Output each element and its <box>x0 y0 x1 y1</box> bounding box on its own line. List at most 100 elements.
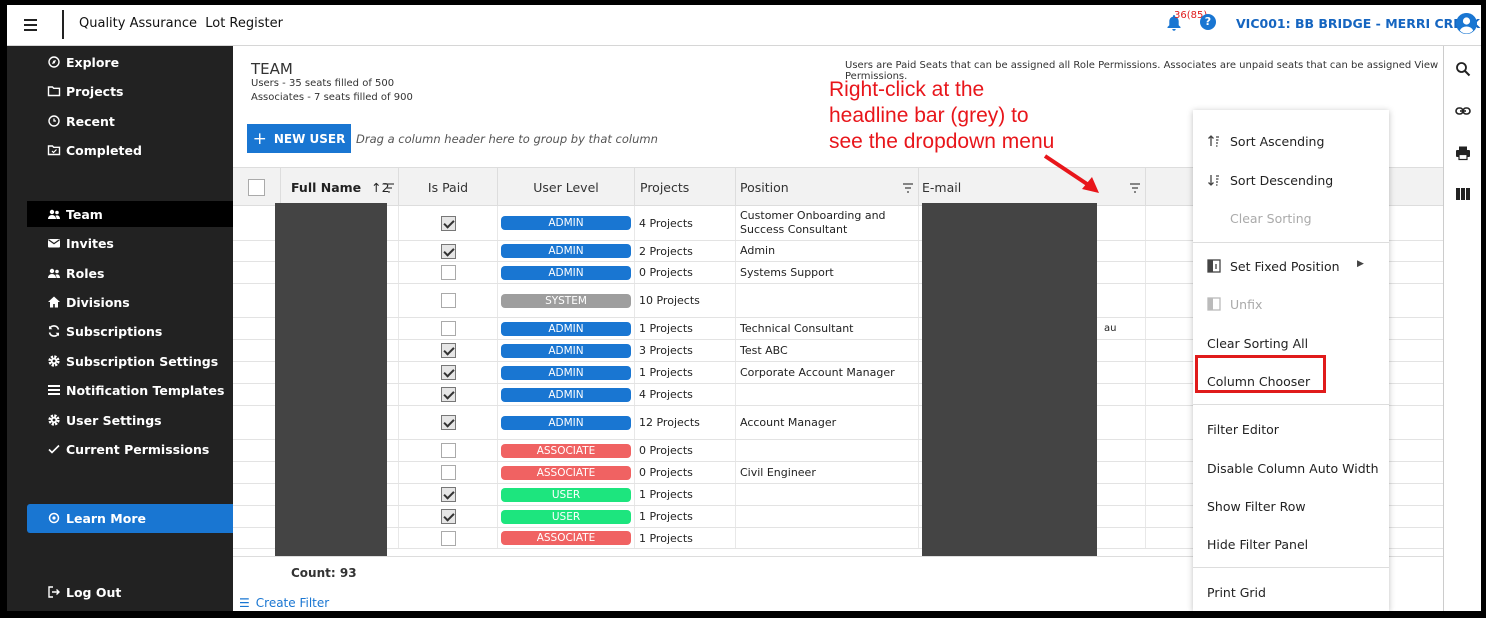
user-level-badge: USER <box>501 487 631 502</box>
sidebar-item-roles[interactable]: Roles <box>27 260 233 286</box>
column-header-position[interactable]: Position <box>736 168 919 206</box>
menu-divider <box>1193 404 1389 405</box>
projects-cell[interactable]: 3 Projects <box>635 340 736 361</box>
is-paid-checkbox[interactable] <box>440 215 456 231</box>
is-paid-checkbox[interactable] <box>440 321 456 336</box>
column-header-email[interactable]: E-mail <box>919 168 1146 206</box>
column-header-projects[interactable]: Projects <box>635 168 736 206</box>
sidebar-item-label: Projects <box>66 83 124 99</box>
link-icon[interactable] <box>1455 103 1471 119</box>
projects-cell[interactable]: 1 Projects <box>635 484 736 505</box>
projects-cell[interactable]: 0 Projects <box>635 262 736 283</box>
projects-count[interactable]: 0 Projects <box>639 466 693 479</box>
projects-cell[interactable]: 0 Projects <box>635 462 736 483</box>
projects-count[interactable]: 4 Projects <box>639 217 693 230</box>
hamburger-menu-icon[interactable] <box>21 15 41 35</box>
projects-count[interactable]: 1 Projects <box>639 532 693 545</box>
filter-icon[interactable] <box>903 181 913 193</box>
print-icon[interactable] <box>1455 145 1471 161</box>
is-paid-checkbox[interactable] <box>440 365 456 380</box>
new-user-button[interactable]: + NEW USER <box>247 124 351 153</box>
redacted-names <box>275 203 387 557</box>
projects-cell[interactable]: 0 Projects <box>635 440 736 461</box>
projects-count[interactable]: 1 Projects <box>639 322 693 335</box>
projects-count[interactable]: 1 Projects <box>639 366 693 379</box>
projects-cell[interactable]: 2 Projects <box>635 241 736 261</box>
is-paid-checkbox[interactable] <box>440 443 456 458</box>
position-text: Account Manager <box>740 415 837 429</box>
columns-icon[interactable] <box>1455 186 1471 202</box>
search-icon[interactable] <box>1455 61 1471 77</box>
sidebar-item-explore[interactable]: Explore <box>27 49 233 75</box>
is-paid-checkbox[interactable] <box>440 293 456 308</box>
is-paid-checkbox[interactable] <box>440 415 456 430</box>
menu-item-disable-column-auto-width[interactable]: Disable Column Auto Width <box>1193 453 1389 483</box>
menu-item-filter-editor[interactable]: Filter Editor <box>1193 414 1389 444</box>
projects-cell[interactable]: 1 Projects <box>635 362 736 383</box>
group-panel-hint[interactable]: Drag a column header here to group by th… <box>356 132 658 146</box>
sidebar-item-divisions[interactable]: Divisions <box>27 289 233 315</box>
menu-item-sort-descending[interactable]: Sort Descending <box>1193 165 1389 195</box>
projects-cell[interactable]: 10 Projects <box>635 284 736 317</box>
projects-cell[interactable]: 1 Projects <box>635 318 736 339</box>
is-paid-checkbox[interactable] <box>440 343 456 358</box>
is-paid-checkbox[interactable] <box>440 465 456 480</box>
menu-item-sort-ascending[interactable]: Sort Ascending <box>1193 126 1389 156</box>
sidebar-item-subscription-settings[interactable]: Subscription Settings <box>27 348 233 374</box>
projects-count[interactable]: 10 Projects <box>639 294 700 307</box>
projects-cell[interactable]: 1 Projects <box>635 506 736 527</box>
menu-item-show-filter-row[interactable]: Show Filter Row <box>1193 491 1389 521</box>
sidebar-item-projects[interactable]: Projects <box>27 78 233 104</box>
sidebar-item-notification-templates[interactable]: Notification Templates <box>27 377 233 403</box>
menu-item-print-grid[interactable]: Print Grid <box>1193 577 1389 607</box>
projects-count[interactable]: 4 Projects <box>639 388 693 401</box>
sidebar-item-learn-more[interactable]: Learn More <box>27 504 233 533</box>
sidebar-item-log-out[interactable]: Log Out <box>27 579 233 605</box>
projects-count[interactable]: 0 Projects <box>639 444 693 457</box>
is-paid-checkbox[interactable] <box>440 265 456 280</box>
projects-count[interactable]: 2 Projects <box>639 245 693 258</box>
menu-item-set-fixed-position[interactable]: Set Fixed Position ▶ <box>1193 251 1389 281</box>
sidebar-item-invites[interactable]: Invites <box>27 230 233 256</box>
create-filter-link[interactable]: ☰ Create Filter <box>239 596 329 610</box>
column-header-full-name[interactable]: Full Name ↑2 <box>281 168 399 206</box>
user-avatar-icon[interactable] <box>1456 13 1477 34</box>
projects-count[interactable]: 3 Projects <box>639 344 693 357</box>
refresh-icon <box>48 325 60 337</box>
projects-count[interactable]: 1 Projects <box>639 488 693 501</box>
sidebar-item-recent[interactable]: Recent <box>27 108 233 134</box>
sidebar-item-completed[interactable]: Completed <box>27 137 233 163</box>
projects-cell[interactable]: 1 Projects <box>635 528 736 548</box>
is-paid-checkbox[interactable] <box>440 387 456 402</box>
user-level-badge: ADMIN <box>501 216 631 230</box>
menu-item-hide-filter-panel[interactable]: Hide Filter Panel <box>1193 529 1389 559</box>
position-text: Civil Engineer <box>740 465 816 479</box>
select-all-cell[interactable] <box>233 168 281 206</box>
projects-count[interactable]: 0 Projects <box>639 266 693 279</box>
filter-icon[interactable] <box>384 181 394 193</box>
sidebar-item-subscriptions[interactable]: Subscriptions <box>27 318 233 344</box>
column-header-is-paid[interactable]: Is Paid <box>399 168 498 206</box>
select-all-checkbox[interactable] <box>248 178 265 196</box>
user-level-badge: USER <box>501 509 631 524</box>
projects-cell[interactable]: 4 Projects <box>635 206 736 240</box>
is-paid-checkbox[interactable] <box>440 509 456 524</box>
sidebar-item-user-settings[interactable]: User Settings <box>27 407 233 433</box>
current-project[interactable]: VIC001: BB BRIDGE - MERRI CREEK <box>1236 16 1480 31</box>
is-paid-checkbox[interactable] <box>440 487 456 502</box>
projects-count[interactable]: 1 Projects <box>639 510 693 523</box>
projects-cell[interactable]: 12 Projects <box>635 406 736 439</box>
select-cell <box>233 241 281 261</box>
projects-cell[interactable]: 4 Projects <box>635 384 736 405</box>
projects-count[interactable]: 12 Projects <box>639 416 700 429</box>
user-level-badge: ASSOCIATE <box>501 443 631 458</box>
menu-item-clear-sorting-all[interactable]: Clear Sorting All <box>1193 328 1389 358</box>
help-icon[interactable]: ? <box>1200 14 1216 30</box>
sidebar-item-current-permissions[interactable]: Current Permissions <box>27 436 233 462</box>
is-paid-checkbox[interactable] <box>440 530 456 546</box>
home-icon <box>48 296 60 308</box>
filter-icon[interactable] <box>1130 181 1140 193</box>
is-paid-checkbox[interactable] <box>440 243 456 259</box>
sidebar-item-team[interactable]: Team <box>27 201 233 227</box>
column-header-user-level[interactable]: User Level <box>498 168 635 206</box>
